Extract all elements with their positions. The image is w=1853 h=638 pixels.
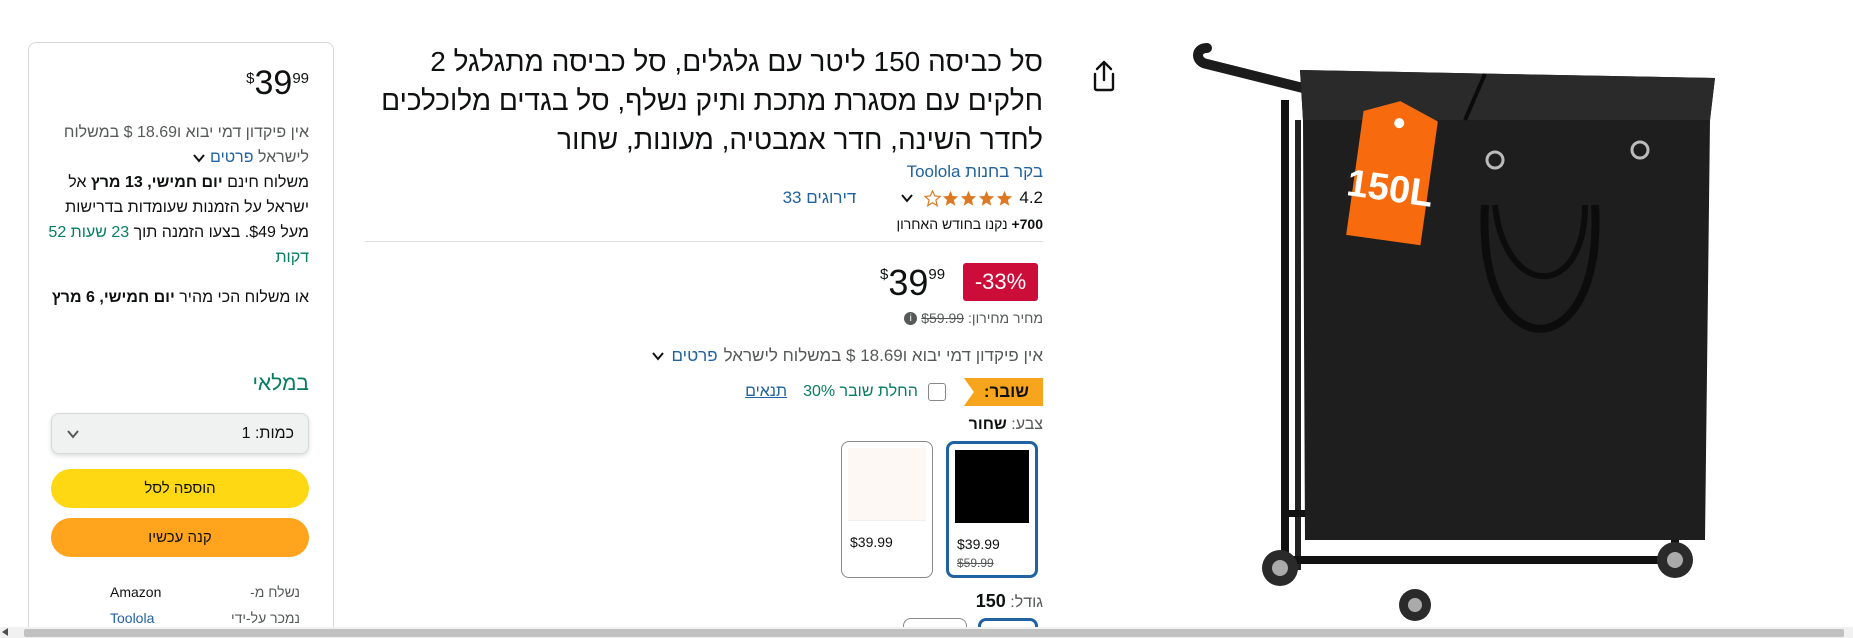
buybox-price-whole: 39 <box>254 64 293 102</box>
ships-from-row: נשלח מ- Amazon <box>110 584 300 600</box>
store-link[interactable]: בקר בחנות Toolola <box>907 162 1043 182</box>
size-label: גודל: 150 <box>976 591 1043 612</box>
buybox-price-currency: $ <box>246 70 255 87</box>
buybox-free-shipping: משלוח חינם יום חמישי, 13 מרץ אל ישראל על… <box>39 170 309 270</box>
size-value: 150 <box>975 591 1006 611</box>
star-icon <box>961 190 977 206</box>
buybox-fastest-shipping: או משלוח הכי מהיר יום חמישי, 6 מרץ <box>39 285 309 310</box>
scroll-left-icon[interactable] <box>2 628 8 636</box>
star-icon <box>943 190 959 206</box>
import-fee-line: אין פיקדון דמי יבוא ו18.69 $ במשלוח לישר… <box>651 346 1043 366</box>
star-icon <box>979 190 995 206</box>
price-fraction: 99 <box>928 266 946 283</box>
bought-count-text: נקנו בחודש האחרון <box>896 216 1008 232</box>
list-price-label: מחיר מחירון: <box>968 310 1043 326</box>
buybox-import-fee: אין פיקדון דמי יבוא ו18.69 $ במשלוח לישר… <box>39 120 309 170</box>
free-ship-prefix: משלוח חינם <box>227 174 309 191</box>
sold-by-row: נמכר על-ידי Toolola <box>110 610 300 626</box>
list-price: מחיר מחירון: $59.99 i <box>904 310 1043 326</box>
sold-by-link[interactable]: Toolola <box>110 610 154 626</box>
color-swatch-white[interactable]: $39.99 <box>841 441 933 578</box>
free-ship-day: יום חמישי, 13 מרץ <box>90 174 223 191</box>
ships-from-label: נשלח מ- <box>250 584 300 600</box>
chevron-down-icon <box>67 429 79 439</box>
coupon-checkbox[interactable] <box>927 383 946 401</box>
import-fee-text: אין פיקדון דמי יבוא ו18.69 $ במשלוח לישר… <box>723 346 1043 365</box>
scrollbar-thumb[interactable] <box>24 629 1844 637</box>
product-title: סל כביסה 150 ליטר עם גלגלים, סל כביסה מת… <box>381 46 1043 155</box>
buybox-details-link[interactable]: פרטים <box>210 149 253 166</box>
star-empty-icon <box>924 189 942 207</box>
discount-badge: -33% <box>963 263 1038 301</box>
coupon-text[interactable]: החלת שובר 30% <box>803 383 918 401</box>
price: $ 39 99 <box>880 262 945 304</box>
details-link[interactable]: פרטים <box>671 346 717 366</box>
fast-prefix: או משלוח הכי מהיר <box>179 289 309 306</box>
buy-now-button[interactable]: קנה עכשיו <box>51 518 309 557</box>
star-icon <box>997 190 1013 206</box>
coupon-badge: שובר: <box>963 378 1043 406</box>
buybox-price: $ 39 99 <box>246 64 309 103</box>
coupon-row: שובר: החלת שובר 30% תנאים <box>745 378 1043 406</box>
color-label: צבע: שחור <box>969 416 1043 434</box>
info-icon[interactable]: i <box>904 311 918 325</box>
buybox-import-text: אין פיקדון דמי יבוא ו18.69 $ במשלוח לישר… <box>63 124 309 166</box>
chevron-down-icon[interactable] <box>900 191 914 205</box>
fast-day: יום חמישי, 6 מרץ <box>51 289 175 306</box>
price-whole: 39 <box>888 262 929 303</box>
buybox-price-fraction: 99 <box>292 70 309 87</box>
in-stock: במלאי <box>252 372 309 395</box>
swatch-price: $39.99 <box>957 536 1000 552</box>
bought-count: 700+ נקנו בחודש האחרון <box>896 216 1043 232</box>
swatch-price: $39.99 <box>850 534 893 550</box>
share-icon[interactable] <box>1090 60 1118 92</box>
color-swatch-black[interactable]: $39.99 $59.99 <box>946 441 1038 578</box>
qty-label: כמות: <box>254 424 294 442</box>
chevron-down-icon[interactable] <box>192 151 206 165</box>
color-label-text: צבע: <box>1011 416 1043 433</box>
swatch-old-price: $59.99 <box>957 556 994 570</box>
bought-count-number: 700+ <box>1011 216 1043 232</box>
ratings-count-link[interactable]: 33 דירוגים <box>783 188 857 208</box>
list-price-value: $59.99 <box>921 310 965 326</box>
swatch-image <box>955 450 1029 523</box>
rating-row: 4.2 33 דירוגים <box>783 186 1043 210</box>
quantity-select[interactable]: כמות: 1 <box>51 413 309 454</box>
divider <box>365 241 1043 242</box>
size-label-text: גודל: <box>1010 594 1043 611</box>
coupon-terms-link[interactable]: תנאים <box>745 383 787 401</box>
rating-value[interactable]: 4.2 <box>1019 188 1043 208</box>
ships-from-value: Amazon <box>110 584 162 600</box>
horizontal-scrollbar[interactable] <box>0 627 1853 638</box>
product-image[interactable]: 150L <box>1185 40 1730 630</box>
chevron-down-icon[interactable] <box>651 349 665 363</box>
add-to-cart-button[interactable]: הוספה לסל <box>51 469 309 508</box>
rating-stars[interactable] <box>924 189 1013 207</box>
sold-by-label: נמכר על-ידי <box>230 610 300 626</box>
qty-value: 1 <box>241 424 251 442</box>
price-currency: $ <box>880 266 889 283</box>
swatch-image <box>848 448 926 521</box>
color-value: שחור <box>968 416 1007 433</box>
